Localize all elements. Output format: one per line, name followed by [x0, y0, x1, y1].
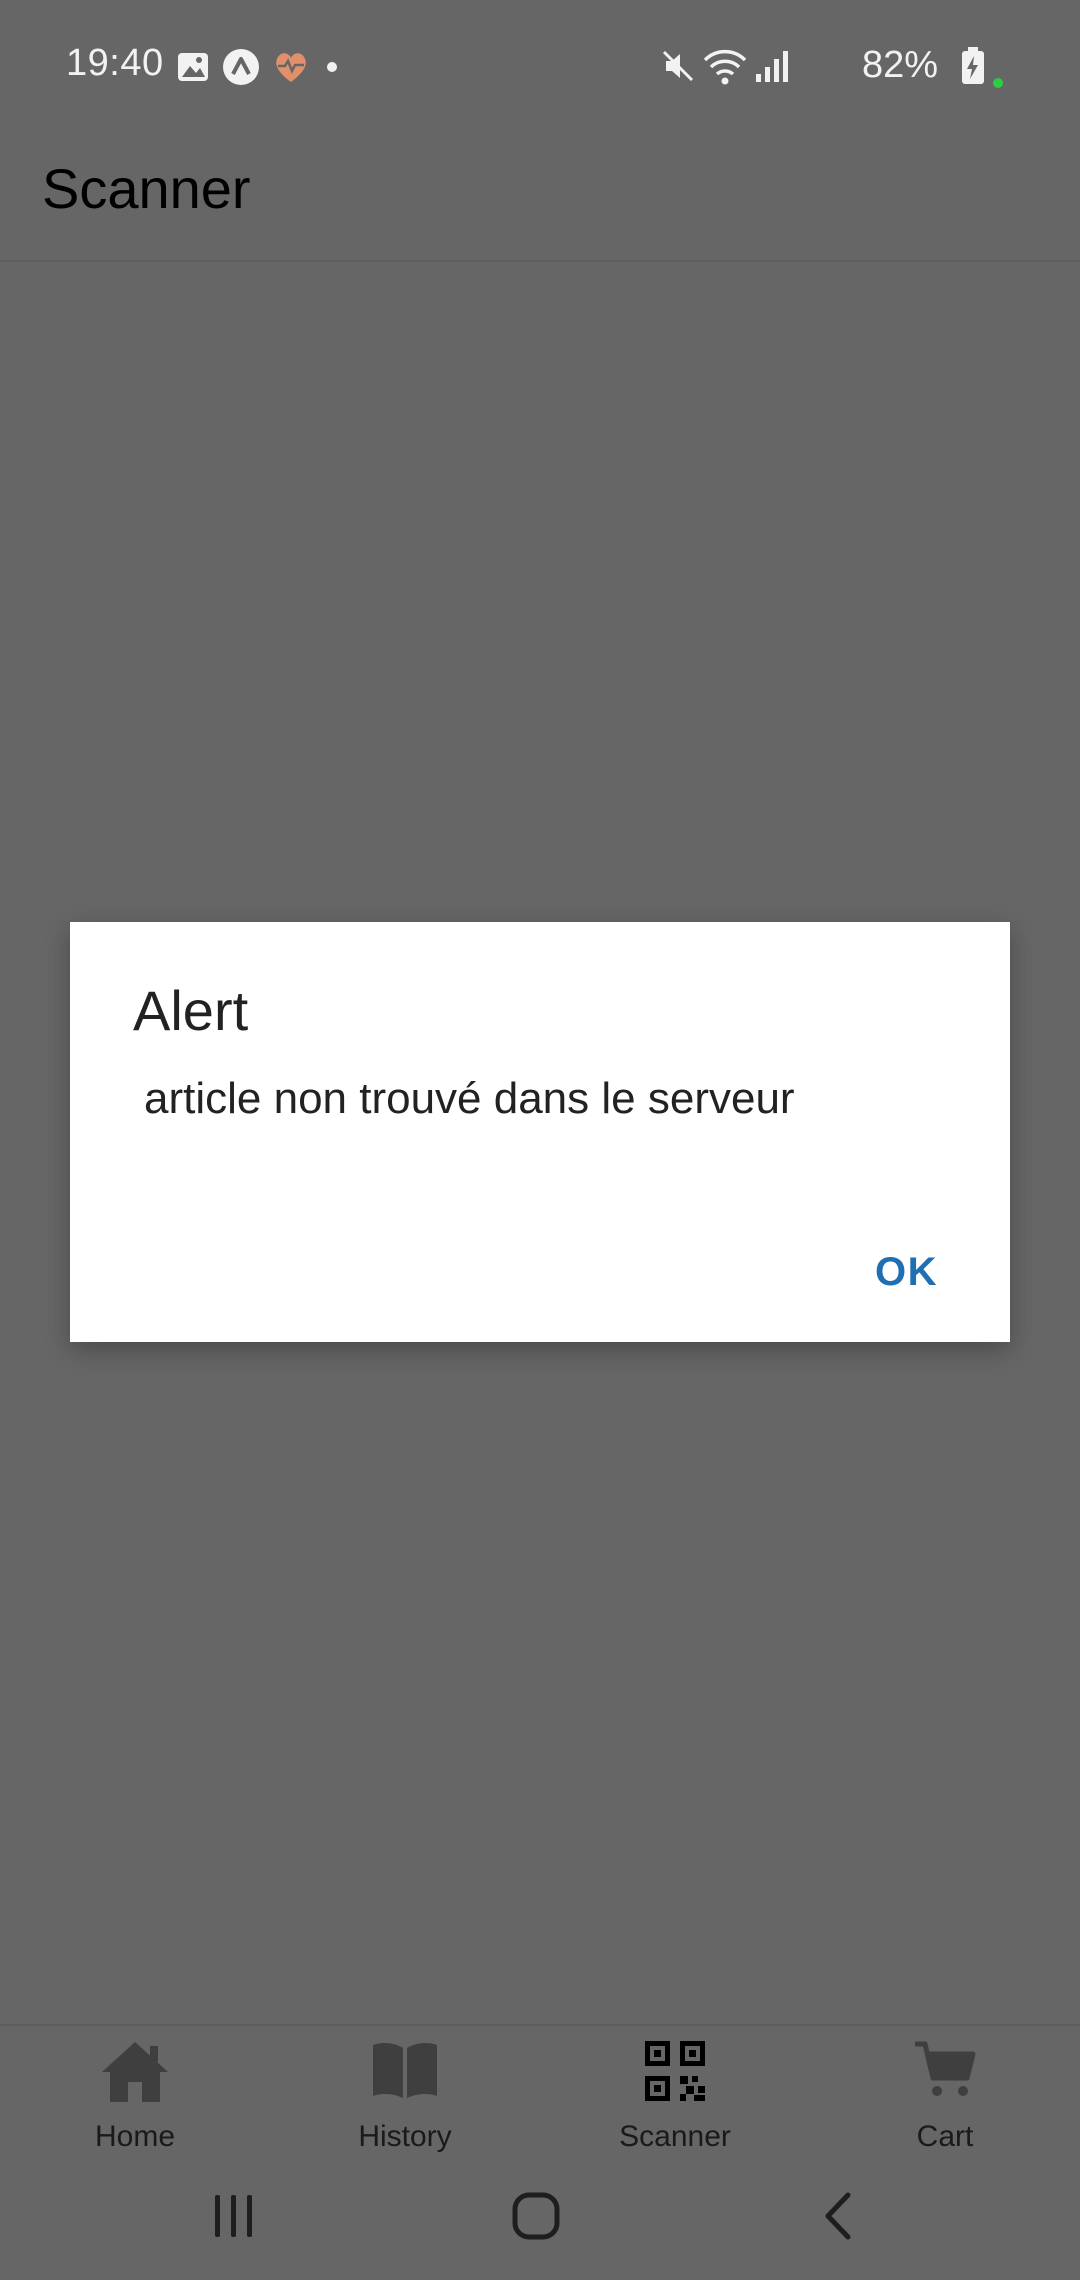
health-icon — [272, 49, 310, 90]
tab-home[interactable]: Home — [0, 2026, 270, 2158]
tab-history[interactable]: History — [270, 2026, 540, 2158]
page-title: Scanner — [42, 157, 251, 220]
status-system-icons: 82% — [660, 40, 1080, 92]
cart-icon — [810, 2040, 1080, 2110]
alert-dialog: Alert article non trouvé dans le serveur… — [70, 922, 1010, 1342]
mute-icon — [660, 48, 696, 89]
privacy-indicator-dot — [992, 76, 1004, 94]
qr-code-icon — [540, 2040, 810, 2110]
signal-icon — [754, 48, 788, 89]
tab-cart-label: Cart — [916, 2120, 974, 2153]
home-circle-icon — [511, 2191, 561, 2246]
book-icon — [270, 2040, 540, 2110]
back-button[interactable] — [778, 2182, 898, 2254]
dialog-title: Alert — [133, 979, 249, 1042]
recents-button[interactable] — [174, 2182, 294, 2254]
tab-home-label: Home — [94, 2120, 176, 2153]
app-header: Scanner — [0, 132, 1080, 262]
back-icon — [818, 2191, 858, 2246]
dialog-message: article non trouvé dans le serveur — [144, 1074, 795, 1123]
tab-history-label: History — [358, 2120, 452, 2153]
tab-scanner-label: Scanner — [619, 2120, 731, 2153]
status-time: 19:40 — [66, 42, 164, 84]
system-navigation-bar — [0, 2156, 1080, 2280]
status-bar: 19:40 82% — [0, 0, 1080, 132]
battery-percentage: 82% — [862, 44, 939, 86]
system-home-button[interactable] — [476, 2182, 596, 2254]
gallery-icon — [176, 50, 210, 89]
tab-cart[interactable]: Cart — [810, 2026, 1080, 2158]
expo-icon — [222, 48, 260, 91]
home-icon — [0, 2040, 270, 2110]
battery-charging-icon — [960, 46, 986, 91]
tab-scanner[interactable]: Scanner — [540, 2026, 810, 2158]
wifi-icon — [702, 46, 748, 91]
status-notification-icons — [176, 48, 354, 91]
dot-icon — [322, 57, 342, 82]
bottom-tab-bar: Home History Scanner Cart — [0, 2024, 1080, 2156]
ok-button[interactable]: OK — [865, 1244, 948, 1301]
recents-icon — [211, 2193, 257, 2244]
